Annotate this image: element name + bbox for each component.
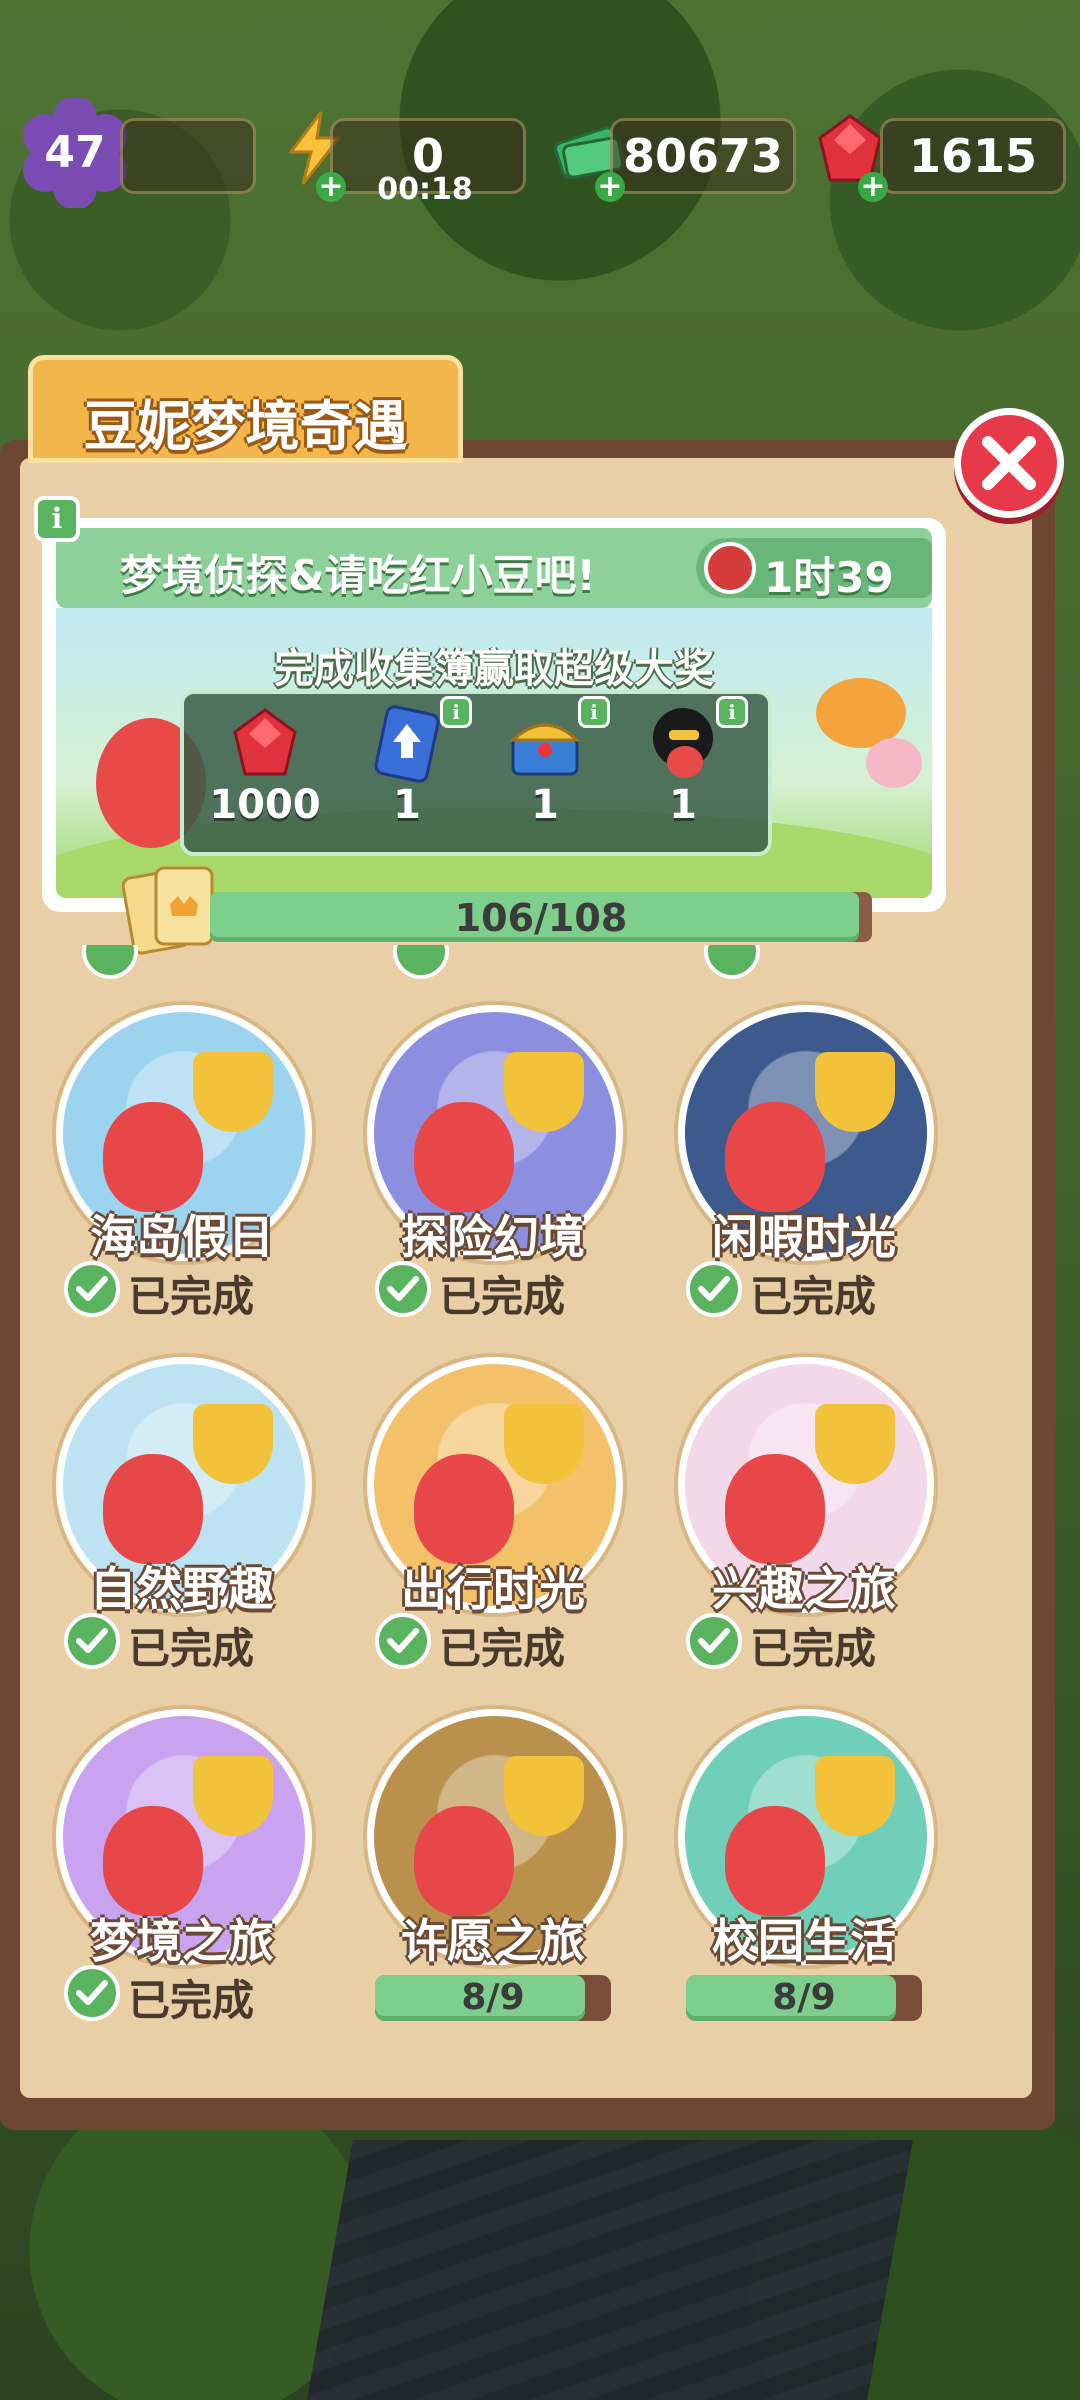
event-info-button[interactable]: i [34,496,80,542]
event-countdown: 1时39分 [696,538,932,663]
flower-decor [866,738,922,788]
crown-character [193,1404,273,1484]
panel-title-tab: 豆妮梦境奇遇 [28,355,463,463]
reward-info-button[interactable]: i [440,696,472,728]
bean-character [414,1806,514,1916]
reward-upgrade-card: 1 i [342,696,472,844]
checkmark-icon [375,1613,431,1669]
reward-value: 1 [531,782,559,828]
album-name: 自然野趣 [90,1562,274,1616]
treasure-chest-icon [509,723,581,776]
crown-character [504,1052,584,1132]
avatar-character-icon [653,708,713,778]
gem-counter[interactable]: 1615 [880,118,1066,194]
checkmark-icon [64,1261,120,1317]
crown-character [815,1756,895,1836]
album-progress-bar: 8/9 [375,1975,611,2021]
bean-character [725,1806,825,1916]
upgrade-card-icon [374,705,440,783]
album-tile[interactable]: 自然野趣已完成 [42,1357,322,1697]
status-text: 已完成 [128,1624,255,1673]
reward-ruby: 1000 [200,704,330,844]
album-tile[interactable]: 探险幻境已完成 [353,1005,633,1345]
album-tile[interactable]: 闲暇时光已完成 [664,1005,942,1345]
ruby-icon [233,708,297,776]
album-name: 校园生活 [712,1914,896,1968]
add-gems-button[interactable]: + [858,172,888,202]
album-progress-bar: 8/9 [686,1975,922,2021]
album-tile-partial [704,945,760,979]
status-text: 已完成 [750,1624,877,1673]
crown-character [504,1404,584,1484]
album-progress-text: 8/9 [461,1977,525,2018]
bean-character [414,1102,514,1212]
checkmark-icon [686,1261,742,1317]
album-grid[interactable]: 海岛假日 已完成 探险幻境 已完成 闲暇时光 已完成 自然野趣 已完成 出行时光 已完成 兴趣之旅已… [42,945,942,2025]
close-icon [982,436,1036,490]
status-text: 已完成 [439,1624,566,1673]
album-tile[interactable]: 梦境之旅已完成 [42,1709,322,2025]
album-name: 出行时光 [401,1562,585,1616]
reward-value: 1000 [209,782,321,828]
reward-value: 1 [393,782,421,828]
checkmark-icon [686,1613,742,1669]
close-button[interactable] [954,408,1064,518]
album-name: 海岛假日 [90,1210,274,1264]
checkmark-icon [375,1261,431,1317]
collection-progress-text: 106/108 [454,896,628,940]
bean-character [103,1454,203,1564]
album-name: 探险幻境 [401,1210,585,1264]
bean-character [103,1102,203,1212]
gem-value: 1615 [908,129,1038,183]
checkmark-icon [64,1613,120,1669]
album-tile-partial [393,945,449,979]
collection-progress-bar: 106/108 [210,892,872,942]
add-cash-button[interactable]: + [595,172,625,202]
status-text: 已完成 [128,1976,255,2025]
album-progress-text: 8/9 [772,1977,836,2018]
energy-timer: 00:18 [377,172,473,207]
album-tile[interactable]: 兴趣之旅已完成 [664,1357,942,1697]
add-energy-button[interactable]: + [316,172,346,202]
crown-character [504,1756,584,1836]
album-name: 兴趣之旅 [712,1562,896,1616]
bean-character [414,1454,514,1564]
panel-title: 豆妮梦境奇遇 [83,395,408,458]
crown-character [193,1756,273,1836]
album-tile[interactable]: 出行时光已完成 [353,1357,633,1697]
album-tile[interactable]: 校园生活 8/9 [664,1709,942,2025]
bean-character [103,1806,203,1916]
reward-chest: 1 i [480,696,610,844]
cash-value: 80673 [622,129,784,183]
event-header: 梦境侦探&请吃红小豆吧! 1时39分 [56,528,932,663]
event-title: 梦境侦探&请吃红小豆吧! [120,551,596,600]
checkmark-icon [64,1965,120,2021]
level-badge[interactable]: 47 [20,98,130,208]
status-text: 已完成 [439,1272,566,1321]
status-text: 已完成 [128,1272,255,1321]
reward-avatar: 1 i [618,696,748,844]
level-value: 47 [44,127,106,178]
crown-character [815,1052,895,1132]
clock-icon [704,542,756,594]
album-name: 梦境之旅 [90,1914,274,1968]
reward-info-button[interactable]: i [578,696,610,728]
bean-character [725,1454,825,1564]
album-tile-partial [82,945,138,979]
crown-character [193,1052,273,1132]
album-name: 许愿之旅 [401,1914,585,1968]
album-name: 闲暇时光 [712,1210,896,1264]
crown-character [815,1404,895,1484]
album-tile[interactable]: 海岛假日已完成 [42,1005,322,1345]
xp-bar [120,118,256,194]
cash-counter[interactable]: 80673 [610,118,796,194]
reward-info-button[interactable]: i [716,696,748,728]
album-tile[interactable]: 许愿之旅 8/9 [353,1709,633,2025]
status-text: 已完成 [750,1272,877,1321]
bean-character [725,1102,825,1212]
reward-panel: 1000 1 i 1 i 1 i [180,690,772,856]
reward-value: 1 [669,782,697,828]
event-subtitle: 完成收集簿赢取超级大奖 [274,646,714,692]
